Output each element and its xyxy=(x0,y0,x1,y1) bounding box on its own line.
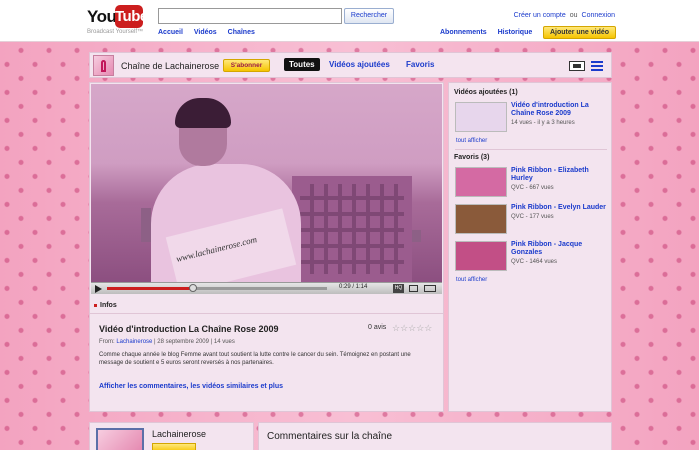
tab-uploads[interactable]: Vidéos ajoutées xyxy=(329,60,390,69)
nav-channels[interactable]: Chaînes xyxy=(228,29,255,36)
channel-title: Chaîne de Lachainerose xyxy=(121,61,220,71)
history-link[interactable]: Historique xyxy=(498,29,533,36)
user-links: Abonnements Historique xyxy=(440,29,541,36)
progress-fill xyxy=(107,287,193,290)
video-meta: QVC - 1464 vues xyxy=(511,259,558,265)
person-hair xyxy=(175,98,231,128)
player-controls: 0:29 / 1:14 HQ xyxy=(91,282,442,294)
popout-icon[interactable] xyxy=(409,285,418,292)
progress-bar[interactable] xyxy=(107,284,327,292)
play-icon[interactable] xyxy=(95,285,102,293)
or-text: ou xyxy=(569,12,578,19)
video-thumbnail[interactable] xyxy=(455,167,507,197)
from-label: From: xyxy=(99,339,115,345)
see-all-favorites-link[interactable]: tout afficher xyxy=(456,277,487,283)
pink-ribbon-icon xyxy=(101,60,106,72)
hq-button[interactable]: HQ xyxy=(393,284,404,293)
nav-videos[interactable]: Vidéos xyxy=(194,29,217,36)
tab-favorites[interactable]: Favoris xyxy=(406,60,434,69)
view-toggle xyxy=(569,61,605,71)
list-item[interactable]: Vidéo d'introduction La Chaîne Rose 2009… xyxy=(455,102,609,134)
time-display: 0:29 / 1:14 xyxy=(339,284,368,290)
main-panel: www.lachainerose.com 0:29 / 1:14 HQ Info… xyxy=(89,82,444,412)
channel-bar: Chaîne de Lachainerose S'abonner Toutes … xyxy=(89,52,612,78)
side-panel: Vidéos ajoutées (1) Vidéo d'introduction… xyxy=(448,82,612,412)
progress-handle[interactable] xyxy=(188,284,197,292)
author-link[interactable]: Lachainerose xyxy=(116,339,152,345)
rating-count: 0 avis xyxy=(368,324,387,331)
video-meta: 14 vues - il y a 3 heures xyxy=(511,120,575,126)
subscribe-button[interactable] xyxy=(152,443,196,450)
show-more-link[interactable]: Afficher les commentaires, les vidéos si… xyxy=(99,383,283,390)
player-view-icon[interactable] xyxy=(569,61,585,71)
channel-avatar[interactable] xyxy=(96,428,144,450)
video-thumbnail[interactable] xyxy=(455,204,507,234)
video-description: Comme chaque année le blog Femme avant t… xyxy=(99,352,411,366)
fullscreen-icon[interactable] xyxy=(424,285,436,292)
create-account-link[interactable]: Créer un compte xyxy=(514,12,566,19)
video-meta: From: Lachainerose | 28 septembre 2009 |… xyxy=(99,339,235,345)
subscriptions-link[interactable]: Abonnements xyxy=(440,29,487,36)
favorites-heading: Favoris (3) xyxy=(454,154,490,161)
channel-avatar[interactable] xyxy=(93,55,114,76)
search-button[interactable]: Rechercher xyxy=(344,8,394,24)
video-thumbnail[interactable] xyxy=(455,102,507,132)
login-link[interactable]: Connexion xyxy=(582,12,615,19)
info-tab[interactable]: Infos xyxy=(94,302,117,309)
date-views: | 28 septembre 2009 | 14 vues xyxy=(152,339,235,345)
list-item[interactable]: Pink Ribbon - Evelyn Lauder QVC - 177 vu… xyxy=(455,204,609,236)
account-links: Créer un compte ou Connexion xyxy=(514,12,615,19)
list-item[interactable]: Pink Ribbon - Jacque Gonzales QVC - 1464… xyxy=(455,241,609,273)
logo-you-text: You xyxy=(87,7,117,26)
tagline: Broadcast Yourself™ xyxy=(87,29,144,35)
youtube-logo[interactable]: You Tube xyxy=(87,5,148,29)
video-link[interactable]: Vidéo d'introduction La Chaîne Rose 2009 xyxy=(511,102,607,118)
list-item[interactable]: Pink Ribbon - Elizabeth Hurley QVC - 667… xyxy=(455,167,609,199)
logo-tube-text: Tube xyxy=(115,5,148,28)
masthead: You Tube Broadcast Yourself™ Rechercher … xyxy=(0,0,699,42)
building xyxy=(292,176,412,282)
video-meta: QVC - 667 vues xyxy=(511,185,554,191)
upload-button[interactable]: Ajouter une vidéo xyxy=(543,26,616,39)
video-title: Vidéo d'introduction La Chaîne Rose 2009 xyxy=(99,324,279,334)
subscribe-button[interactable]: S'abonner xyxy=(223,59,270,72)
video-link[interactable]: Pink Ribbon - Jacque Gonzales xyxy=(511,241,607,257)
see-all-uploads-link[interactable]: tout afficher xyxy=(456,138,487,144)
comments-box: Commentaires sur la chaîne xyxy=(258,422,612,450)
search-input[interactable] xyxy=(158,8,342,24)
channel-info-box: Lachainerose xyxy=(89,422,254,450)
divider xyxy=(90,313,443,314)
video-link[interactable]: Pink Ribbon - Elizabeth Hurley xyxy=(511,167,607,183)
main-nav: Accueil Vidéos Chaînes xyxy=(158,29,264,36)
video-thumbnail[interactable] xyxy=(455,241,507,271)
uploads-heading: Vidéos ajoutées (1) xyxy=(454,89,518,96)
video-player[interactable]: www.lachainerose.com xyxy=(91,84,442,282)
comments-title: Commentaires sur la chaîne xyxy=(267,431,393,442)
channel-name: Lachainerose xyxy=(152,429,207,439)
tab-all[interactable]: Toutes xyxy=(284,58,320,71)
divider xyxy=(455,149,607,150)
video-link[interactable]: Pink Ribbon - Evelyn Lauder xyxy=(511,204,607,212)
nav-home[interactable]: Accueil xyxy=(158,29,183,36)
grid-view-icon[interactable] xyxy=(591,61,603,71)
video-meta: QVC - 177 vues xyxy=(511,214,554,220)
rating-stars-icon[interactable]: ☆☆☆☆☆ xyxy=(392,323,432,334)
